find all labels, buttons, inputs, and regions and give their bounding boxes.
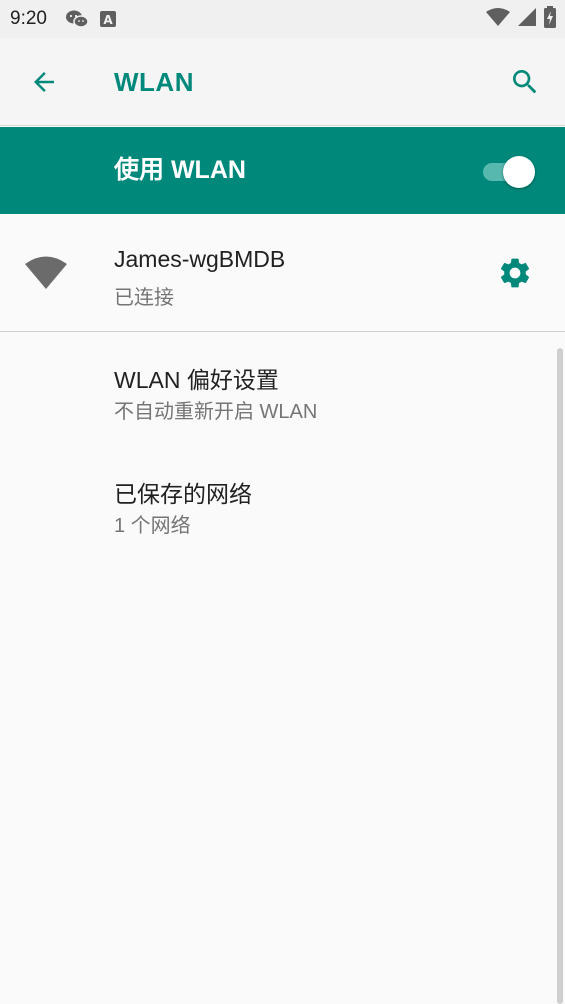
scrollbar[interactable] (557, 348, 563, 1004)
wlan-settings-screen: 9:20 A WLAN 使用 WLAN James-wgBMDB 已连接 WLA… (0, 0, 565, 1004)
battery-icon (543, 6, 557, 32)
wechat-icon (65, 9, 89, 29)
search-icon (513, 70, 537, 94)
pref-title: WLAN 偏好设置 (114, 367, 279, 393)
status-time: 9:20 (10, 8, 47, 29)
wlan-preferences-item[interactable]: WLAN 偏好设置 不自动重新开启 WLAN (0, 333, 555, 447)
pref-summary: 1 个网络 (114, 515, 191, 537)
svg-text:A: A (103, 13, 113, 27)
network-settings-button[interactable] (495, 253, 535, 293)
page-title: WLAN (114, 67, 194, 97)
cell-signal-icon (517, 7, 537, 31)
pref-title: 已保存的网络 (114, 481, 252, 507)
network-name: James-wgBMDB (114, 246, 286, 272)
network-status: 已连接 (114, 285, 174, 309)
connected-network-row[interactable]: James-wgBMDB 已连接 (0, 215, 565, 332)
back-button[interactable] (22, 60, 66, 104)
status-right-icons (485, 0, 557, 38)
arrow-back-icon (34, 72, 54, 92)
status-bar: 9:20 A (0, 0, 565, 38)
wlan-toggle[interactable] (481, 155, 535, 188)
a-notification-icon: A (99, 10, 117, 28)
toggle-thumb (503, 156, 535, 188)
wifi-signal-icon (485, 7, 511, 31)
search-button[interactable] (503, 60, 547, 104)
gear-icon (500, 258, 530, 288)
app-bar: WLAN (0, 38, 565, 126)
use-wlan-label: 使用 WLAN (114, 156, 246, 184)
wifi-icon (24, 255, 68, 291)
use-wlan-switch-bar[interactable]: 使用 WLAN (0, 127, 565, 214)
pref-summary: 不自动重新开启 WLAN (114, 401, 318, 423)
saved-networks-item[interactable]: 已保存的网络 1 个网络 (0, 447, 555, 561)
